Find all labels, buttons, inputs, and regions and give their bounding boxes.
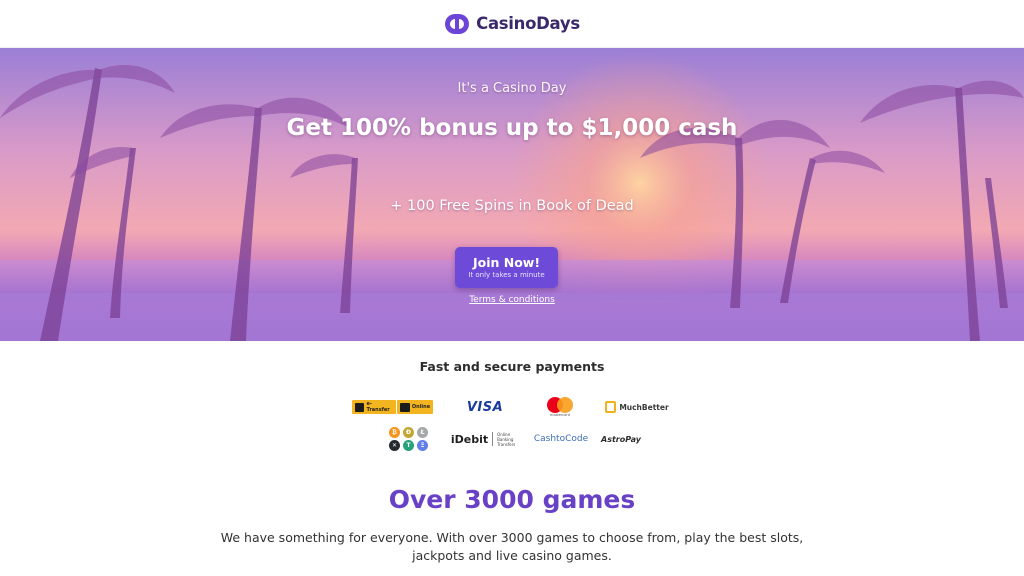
dogecoin-icon: Ð [403, 427, 414, 438]
idebit-logo: iDebit Online Banking Transfers [451, 430, 518, 448]
hero-headline: Get 100% bonus up to $1,000 cash [286, 115, 738, 141]
litecoin-icon: Ł [417, 427, 428, 438]
crypto-icon-grid: ₿ Ð Ł ✕ T Ξ [389, 427, 429, 451]
astropay-label: AstroPay [601, 434, 641, 444]
interac-online-label: Online [411, 404, 431, 410]
idebit-divider [492, 432, 494, 446]
ethereum-icon: Ξ [417, 440, 428, 451]
mastercard-icon [547, 397, 573, 413]
visa-logo: VISA [460, 398, 510, 416]
bitcoin-icon: ₿ [389, 427, 400, 438]
interac-chip: e-Transfer [352, 400, 396, 414]
interac-etransfer-label: e-Transfer [366, 401, 390, 413]
muchbetter-icon [605, 401, 617, 413]
cashtocode-logo: CashtoCode [532, 432, 590, 446]
mastercard-logo: mastercard [544, 396, 576, 418]
hero-content: It's a Casino Day Get 100% bonus up to $… [0, 48, 1024, 341]
idebit-label: iDebit [450, 432, 489, 446]
casino-days-logo-icon [445, 13, 470, 34]
join-now-button[interactable]: Join Now! It only takes a minute [455, 247, 558, 288]
idebit-tagline: Online Banking Transfers [497, 431, 516, 447]
games-description: We have something for everyone. With ove… [220, 530, 804, 563]
crypto-logos: ₿ Ð Ł ✕ T Ξ [388, 426, 430, 452]
interac-etransfer-logo: e-Transfer [352, 399, 396, 415]
idebit-mark: iDebit Online Banking Transfers [451, 432, 523, 447]
interac-online-chip: Online [396, 400, 434, 414]
hero-eyebrow: It's a Casino Day [457, 81, 567, 96]
join-now-sublabel: It only takes a minute [468, 271, 545, 279]
brand-name: CasinoDays [476, 14, 580, 33]
muchbetter-logo: MuchBetter [604, 399, 670, 415]
join-now-label: Join Now! [472, 255, 541, 270]
tether-icon: T [403, 440, 414, 451]
cashtocode-label: CashtoCode [533, 434, 589, 444]
hero-free-spins: + 100 Free Spins in Book of Dead [390, 198, 634, 214]
mastercard-label: mastercard [550, 413, 570, 417]
muchbetter-label: MuchBetter [619, 402, 669, 412]
interac-online-icon [399, 402, 410, 412]
ripple-icon: ✕ [389, 440, 400, 451]
interac-online-logo: Online [396, 399, 434, 415]
interac-icon [355, 402, 365, 412]
astropay-logo: AstroPay [601, 432, 641, 446]
mastercard-mark: mastercard [547, 397, 573, 417]
terms-and-conditions-link[interactable]: Terms & conditions [0, 295, 1024, 305]
muchbetter-mark: MuchBetter [605, 401, 669, 413]
casino-days-logo[interactable]: CasinoDays [444, 13, 580, 35]
games-heading: Over 3000 games [388, 485, 636, 514]
visa-label: VISA [466, 399, 504, 415]
payments-title: Fast and secure payments [419, 359, 605, 374]
site-header: CasinoDays [0, 0, 1024, 48]
hero-banner: It's a Casino Day Get 100% bonus up to $… [0, 48, 1024, 341]
